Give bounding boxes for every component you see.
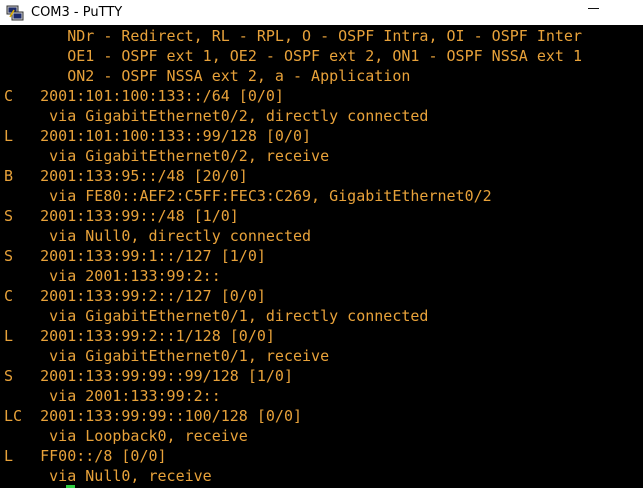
terminal-line: via Loopback0, receive (4, 427, 248, 445)
terminal-line: via GigabitEthernet0/1, receive (4, 347, 330, 365)
terminal-line: S 2001:133:99:1::/127 [1/0] (4, 247, 266, 265)
terminal-line: via Null0, receive (4, 467, 212, 485)
title-bar[interactable]: COM3 - PuTTY (0, 0, 643, 25)
putty-icon (6, 5, 24, 20)
minimize-button[interactable] (571, 0, 615, 25)
terminal-line: S 2001:133:99:99::99/128 [1/0] (4, 367, 293, 385)
terminal-line: LC 2001:133:99:99::100/128 [0/0] (4, 407, 303, 425)
terminal-output[interactable]: NDr - Redirect, RL - RPL, O - OSPF Intra… (0, 25, 643, 488)
terminal-line: C 2001:133:99:2::/127 [0/0] (4, 287, 266, 305)
terminal-line: L FF00::/8 [0/0] (4, 447, 167, 465)
terminal-line: via GigabitEthernet0/1, directly connect… (4, 307, 429, 325)
terminal-line: C 2001:101:100:133::/64 [0/0] (4, 87, 284, 105)
window-title: COM3 - PuTTY (31, 5, 123, 20)
terminal-line: via FE80::AEF2:C5FF:FEC3:C269, GigabitEt… (4, 187, 492, 205)
terminal-line: via Null0, directly connected (4, 227, 312, 245)
terminal-line: via 2001:133:99:2:: (4, 387, 221, 405)
terminal-line: B 2001:133:95::/48 [20/0] (4, 167, 248, 185)
terminal-line: via GigabitEthernet0/2, receive (4, 147, 330, 165)
terminal-line: via GigabitEthernet0/2, directly connect… (4, 107, 429, 125)
terminal-line: L 2001:101:100:133::99/128 [0/0] (4, 127, 312, 145)
terminal-line: OE1 - OSPF ext 1, OE2 - OSPF ext 2, ON1 … (4, 47, 582, 65)
terminal-line: via 2001:133:99:2:: (4, 267, 221, 285)
terminal-line: ON2 - OSPF NSSA ext 2, a - Application (4, 67, 411, 85)
minimize-icon (587, 8, 599, 9)
terminal-line: L 2001:133:99:2::1/128 [0/0] (4, 327, 275, 345)
putty-window: COM3 - PuTTY NDr - Redirect, RL - RPL, O… (0, 0, 643, 488)
terminal-line: NDr - Redirect, RL - RPL, O - OSPF Intra… (4, 27, 582, 45)
terminal-line: S 2001:133:99::/48 [1/0] (4, 207, 239, 225)
